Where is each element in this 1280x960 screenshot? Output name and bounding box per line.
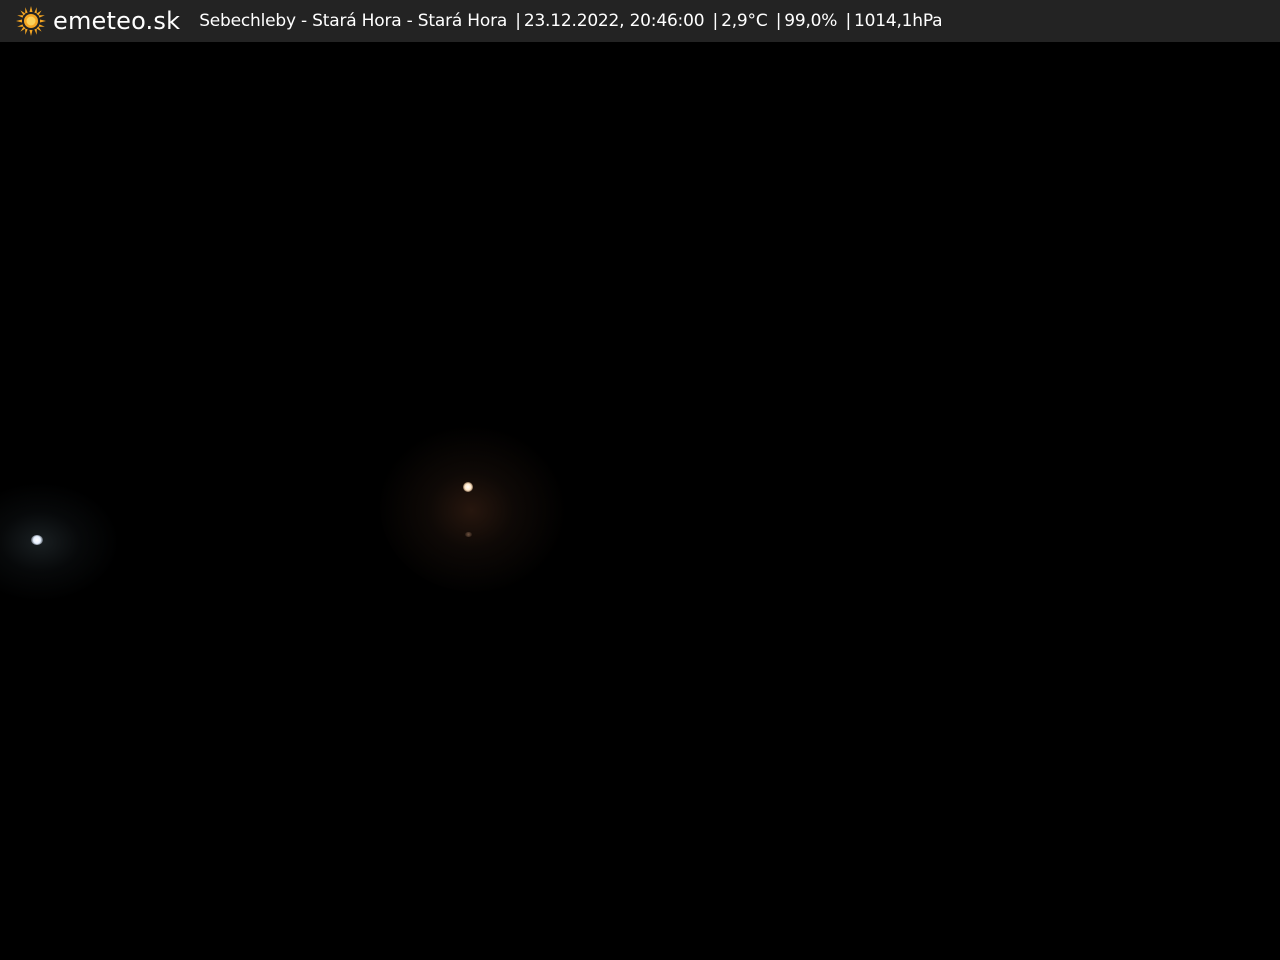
- separator: |: [775, 11, 782, 31]
- house-light: [463, 482, 473, 492]
- street-lamp-left: [31, 535, 43, 545]
- station-caption: Sebechleby - Stará Hora - Stará Hora | 23…: [199, 0, 942, 42]
- datetime-text: 23.12.2022, 20:46:00: [523, 11, 705, 31]
- logo: emeteo.sk: [15, 0, 180, 42]
- webcam-frame: emeteo.sk Sebechleby - Stará Hora - Star…: [0, 0, 1280, 960]
- house-light-halo: [380, 422, 570, 592]
- pressure-text: 1014,1hPa: [854, 11, 943, 31]
- temperature-text: 2,9°C: [721, 11, 768, 31]
- separator: |: [515, 11, 521, 31]
- separator: |: [712, 11, 719, 31]
- sun-icon: [16, 6, 46, 36]
- caption-bar: emeteo.sk Sebechleby - Stará Hora - Star…: [0, 0, 1280, 42]
- humidity-text: 99,0%: [784, 11, 838, 31]
- location-text: Sebechleby - Stará Hora - Stará Hora: [199, 11, 508, 31]
- street-lamp-left-halo: [0, 482, 120, 602]
- house-light-reflection: [465, 532, 472, 537]
- brand-name[interactable]: emeteo.sk: [53, 0, 180, 42]
- webcam-image: [0, 42, 1280, 960]
- separator: |: [845, 11, 851, 31]
